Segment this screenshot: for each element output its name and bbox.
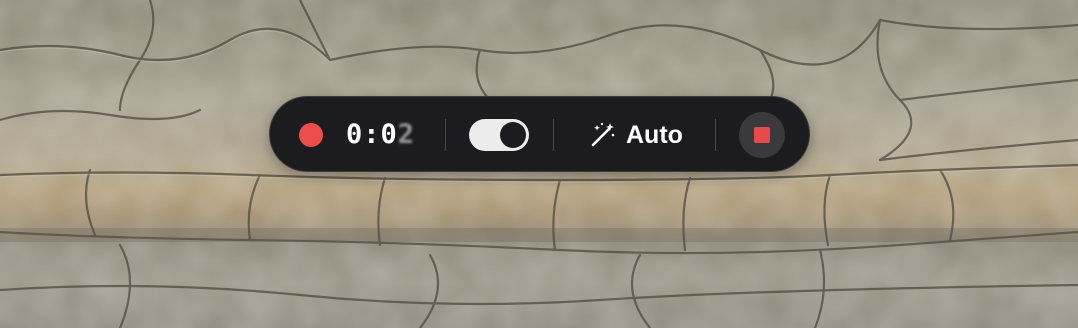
auto-mode-label: Auto: [626, 120, 683, 149]
auto-mode-button[interactable]: Auto: [582, 113, 689, 157]
record-dot-icon: [299, 123, 323, 147]
toggle-knob: [500, 122, 526, 148]
divider: [445, 119, 446, 151]
recording-timer: 0:02: [346, 116, 415, 154]
divider: [715, 119, 716, 151]
timer-rolling-digit: 2: [397, 119, 416, 150]
divider: [553, 119, 554, 151]
magic-wand-icon: [591, 122, 615, 147]
stop-icon: [754, 127, 770, 143]
stop-recording-button[interactable]: [739, 112, 785, 158]
screen-recording-controls: 0:02 Auto: [269, 96, 810, 172]
timer-static-digits: 0:0: [346, 119, 398, 150]
camera-toggle[interactable]: [469, 119, 529, 151]
